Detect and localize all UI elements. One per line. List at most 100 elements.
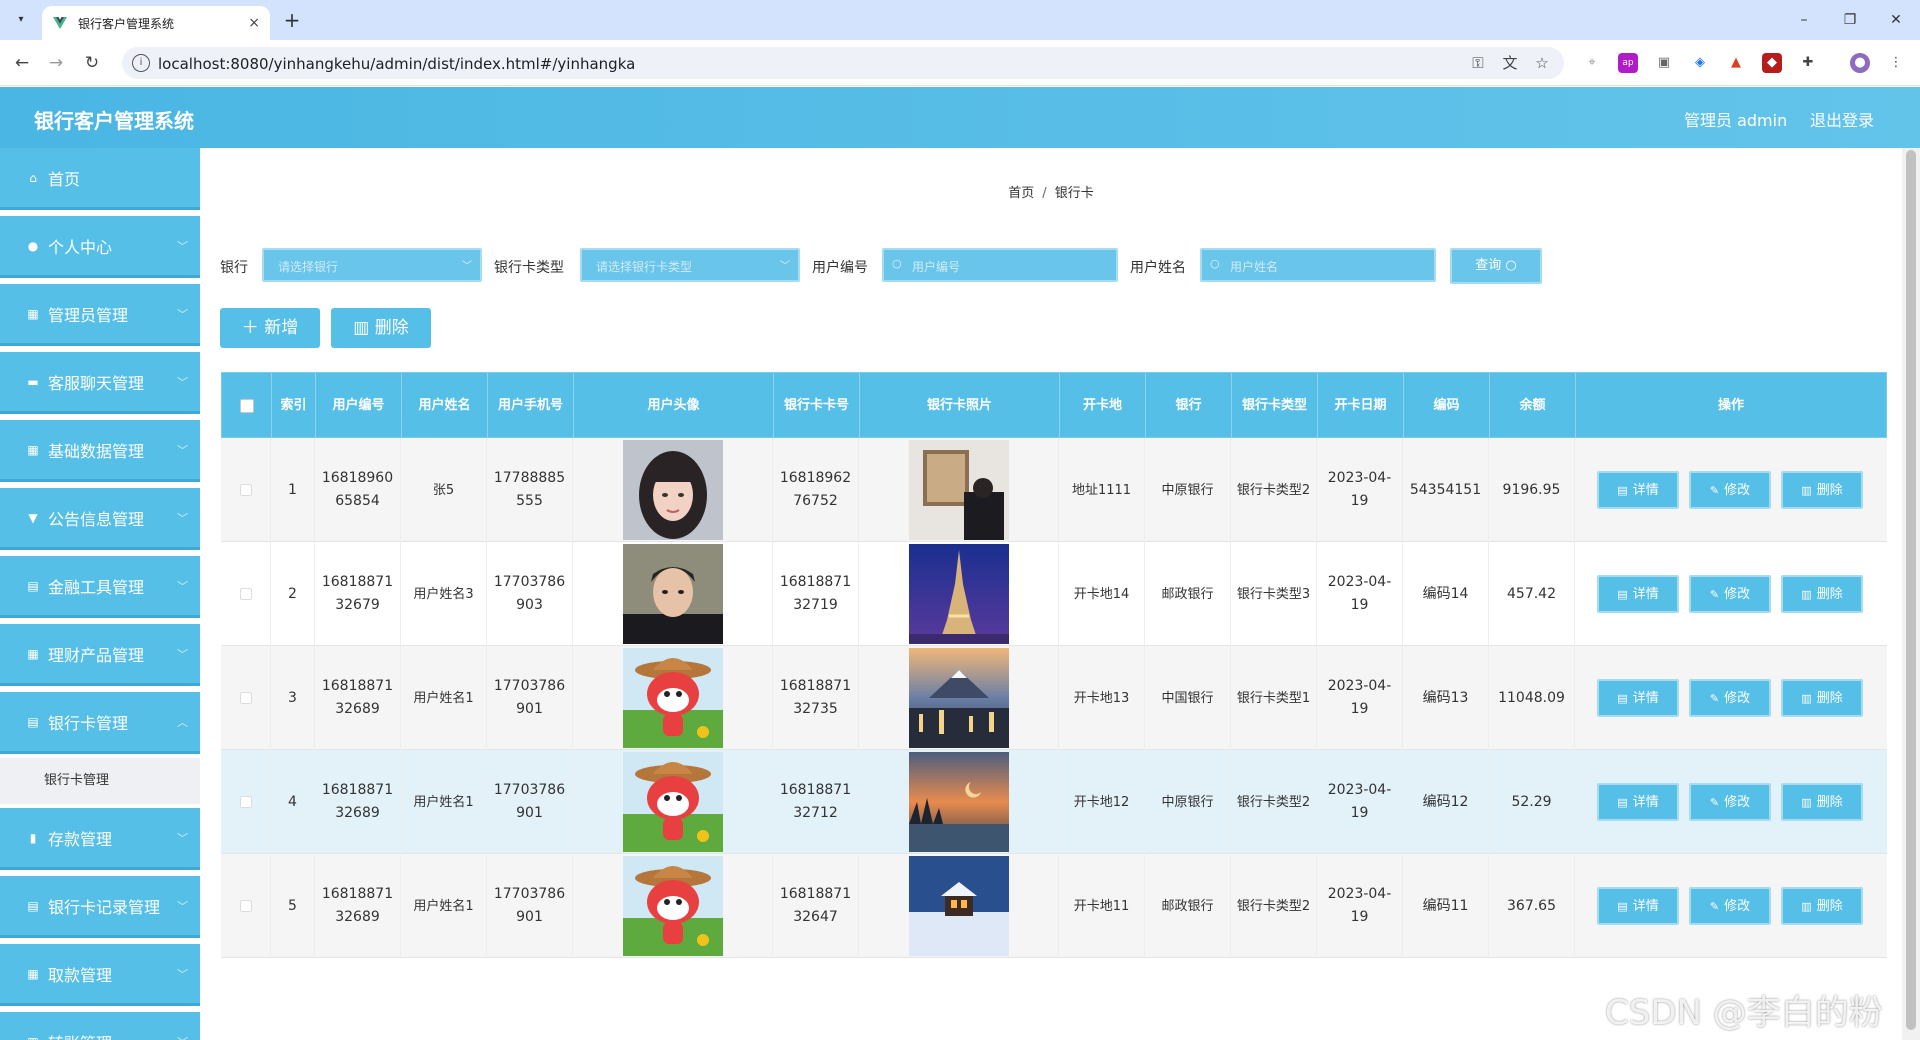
col-card-no: 银行卡卡号 [774,373,860,439]
sidebar-item-products[interactable]: ▦ 理财产品管理 ﹀ [0,624,200,686]
detail-button[interactable]: ▤ 详情 [1597,887,1679,925]
extension-shield-icon[interactable]: ◆ [1762,53,1782,73]
page-scrollbar[interactable] [1902,148,1920,1040]
table-row[interactable]: 4 1681887132689 用户姓名1 17703786901 1681887132… [221,750,1887,854]
edit-button[interactable]: ✎ 修改 [1689,471,1771,509]
sidebar-item-chat[interactable]: ▬ 客服聊天管理 ﹀ [0,352,200,414]
col-date: 开卡日期 [1318,373,1404,439]
sidebar-item-basic-data[interactable]: ▦ 基础数据管理 ﹀ [0,420,200,482]
minimize-icon[interactable]: – [1792,8,1816,32]
back-icon[interactable]: ← [10,51,34,75]
edit-button[interactable]: ✎ 修改 [1689,575,1771,613]
avatar-cell [573,854,773,958]
bank-select-placeholder: 请选择银行 [278,260,339,274]
row-checkbox[interactable] [239,692,252,704]
scrollbar-thumb[interactable] [1906,150,1916,1030]
cell-type: 银行卡类型1 [1231,646,1317,750]
delete-button[interactable]: ▥ 删除 [1781,575,1863,613]
delete-button[interactable]: ▥ 删除 [1781,887,1863,925]
logout-link[interactable]: 退出登录 [1810,107,1874,131]
row-checkbox[interactable] [239,900,252,912]
sidebar-item-label: 银行卡记录管理 [48,897,161,917]
sidebar-item-deposit[interactable]: ▮ 存款管理 ﹀ [0,808,200,870]
browser-tab[interactable]: 银行客户管理系统 × [42,6,270,40]
select-all-checkbox[interactable] [239,399,254,413]
sidebar-item-finance-tools[interactable]: ▤ 金融工具管理 ﹀ [0,556,200,618]
plus-icon: ＋ [241,318,259,338]
browser-toolbar: ← → ↻ i localhost:8080/yinhangkehu/admin… [0,40,1920,86]
browser-menu-icon[interactable]: ⋮ [1886,53,1906,73]
row-select-cell [221,438,271,542]
new-tab-icon[interactable]: + [280,8,304,32]
tab-search-icon[interactable]: ▾ [10,9,32,31]
cell-code: 编码12 [1403,750,1489,854]
chevron-down-icon: ﹀ [177,308,188,321]
table-row[interactable]: 2 1681887132679 用户姓名3 17703786903 1681887132… [221,542,1887,646]
forward-icon[interactable]: → [44,51,68,75]
delete-button[interactable]: ▥ 删除 [1781,471,1863,509]
table-row[interactable]: 3 1681887132689 用户姓名1 17703786901 1681887132… [221,646,1887,750]
row-checkbox[interactable] [239,796,252,808]
row-checkbox[interactable] [239,484,252,496]
card-type-filter-label: 银行卡类型 [494,260,564,276]
chevron-down-icon: ﹀ [177,832,188,845]
cell-date: 2023-04-19 [1317,750,1403,854]
detail-button[interactable]: ▤ 详情 [1597,783,1679,821]
extension-layers-icon[interactable]: ◈ [1690,53,1710,73]
extension-cursor-icon[interactable]: ⌖ [1582,53,1602,73]
sidebar-item-withdraw[interactable]: ▦ 取款管理 ﹀ [0,944,200,1006]
col-index: 索引 [272,373,316,439]
edit-label: 修改 [1724,482,1751,498]
add-button[interactable]: ＋ 新增 [220,308,320,348]
cell-user-no: 1681887132689 [315,750,401,854]
restore-icon[interactable]: ❐ [1838,8,1862,32]
doc-icon: ▤ [27,898,39,913]
reload-icon[interactable]: ↻ [80,51,104,75]
profile-avatar-icon[interactable]: ● [1850,53,1870,73]
cell-text: 9196.95 [1502,481,1561,498]
extensions-puzzle-icon[interactable]: ✚ [1798,53,1818,73]
cell-text: 用户姓名1 [413,794,474,810]
translate-icon[interactable]: 文 [1500,53,1520,73]
cell-text: 开卡地12 [1073,794,1130,810]
url-text[interactable]: localhost:8080/yinhangkehu/admin/dist/in… [158,55,635,73]
window-close-icon[interactable]: ✕ [1884,8,1908,32]
sidebar-item-notice[interactable]: ▼ 公告信息管理 ﹀ [0,488,200,550]
edit-button[interactable]: ✎ 修改 [1689,783,1771,821]
breadcrumb-home[interactable]: 首页 [1008,186,1034,201]
detail-button[interactable]: ▤ 详情 [1597,679,1679,717]
password-key-icon[interactable]: ⚿ [1468,53,1488,73]
card-type-select[interactable]: 请选择银行卡类型 ﹀ [580,248,800,282]
user-avatar-image [622,856,723,956]
sidebar-subitem-bank-card[interactable]: 银行卡管理 [0,758,200,804]
detail-button[interactable]: ▤ 详情 [1597,575,1679,613]
sidebar-item-card-records[interactable]: ▤ 银行卡记录管理 ﹀ [0,876,200,938]
delete-button[interactable]: ▥ 删除 [1781,679,1863,717]
table-row[interactable]: 5 1681887132689 用户姓名1 17703786901 1681887132… [221,854,1887,958]
detail-button[interactable]: ▤ 详情 [1597,471,1679,509]
row-checkbox[interactable] [239,588,252,600]
avatar-cell [573,542,773,646]
sidebar-item-home[interactable]: ⌂ 首页 [0,148,200,210]
user-no-input[interactable]: ○ 用户编号 [882,248,1118,282]
sidebar-item-personal[interactable]: ● 个人中心 ﹀ [0,216,200,278]
sidebar-item-admin[interactable]: ▦ 管理员管理 ﹀ [0,284,200,346]
extension-game-icon[interactable]: ▣ [1654,53,1674,73]
address-bar[interactable]: i localhost:8080/yinhangkehu/admin/dist/… [122,47,1564,79]
edit-button[interactable]: ✎ 修改 [1689,679,1771,717]
edit-button[interactable]: ✎ 修改 [1689,887,1771,925]
query-button[interactable]: 查询 ○ [1450,248,1542,284]
table-row[interactable]: 1 1681896065854 张5 17788885555 1681896276752… [221,438,1887,542]
user-name-input[interactable]: ○ 用户姓名 [1200,248,1436,282]
batch-delete-button[interactable]: ▥ 删除 [331,308,431,348]
tab-close-icon[interactable]: × [248,15,260,31]
sidebar-item-bank-card[interactable]: ▤ 银行卡管理 ︿ [0,692,200,754]
extension-tree-icon[interactable]: ▲ [1726,53,1746,73]
cell-card-no: 1681887132647 [773,854,859,958]
bookmark-star-icon[interactable]: ☆ [1532,53,1552,73]
site-info-icon[interactable]: i [132,54,150,72]
sidebar-item-transfer[interactable]: ▦ 转账管理 ﹀ [0,1012,200,1040]
extension-ap-icon[interactable]: ap [1618,53,1638,73]
bank-select[interactable]: 请选择银行 ﹀ [262,248,482,282]
delete-button[interactable]: ▥ 删除 [1781,783,1863,821]
